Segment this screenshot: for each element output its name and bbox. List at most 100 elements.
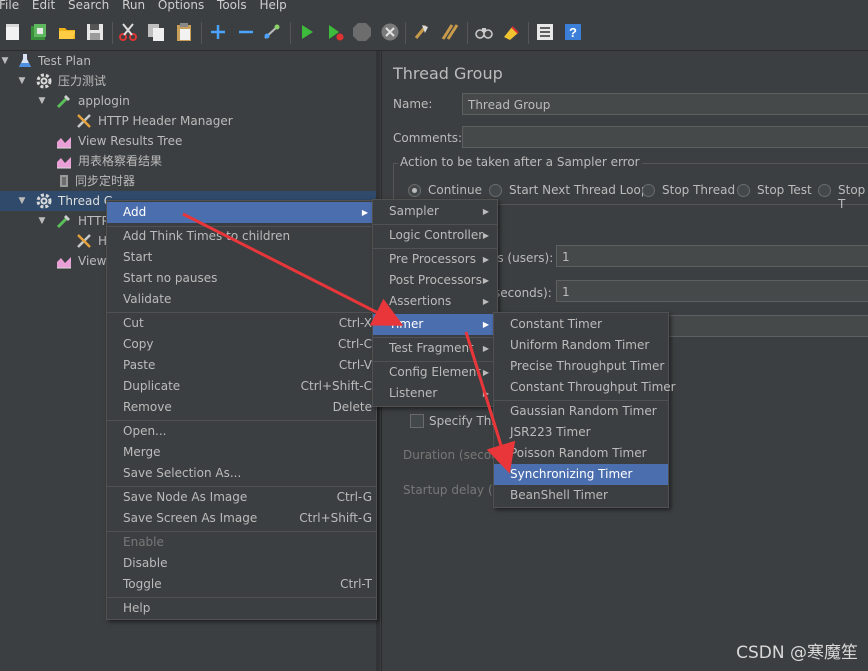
add-menu-test-fragment[interactable]: Test Fragment ▶ — [373, 338, 497, 359]
timer-synchronizing[interactable]: Synchronizing Timer — [494, 464, 668, 485]
startup-delay-label: Startup delay (se — [403, 483, 507, 497]
graph-icon — [57, 137, 71, 149]
tree-node-synchronizing-timer[interactable]: 同步定时器 — [0, 171, 376, 191]
context-menu-remove[interactable]: Remove Delete — [107, 397, 376, 418]
add-menu-config-element[interactable]: Config Element ▶ — [373, 362, 497, 383]
threads-field[interactable]: 1 — [556, 245, 868, 267]
shutdown-icon[interactable] — [380, 22, 400, 42]
paste-icon[interactable] — [174, 22, 194, 42]
search-icon[interactable] — [474, 22, 494, 42]
clear-icon[interactable] — [412, 22, 432, 42]
comments-field[interactable] — [462, 126, 868, 148]
menu-tools[interactable]: Tools — [217, 0, 247, 11]
radio-continue[interactable] — [408, 184, 421, 197]
context-menu-save-screen-image[interactable]: Save Screen As Image Ctrl+Shift-G — [107, 508, 376, 529]
watermark: CSDN @寒魔笙 — [736, 643, 858, 663]
context-menu-validate[interactable]: Validate — [107, 289, 376, 310]
context-menu-copy[interactable]: Copy Ctrl-C — [107, 334, 376, 355]
reset-search-icon[interactable] — [501, 22, 521, 42]
timer-gaussian-random[interactable]: Gaussian Random Timer — [494, 401, 668, 422]
context-menu-merge[interactable]: Merge — [107, 442, 376, 463]
menu-run[interactable]: Run — [122, 0, 145, 11]
timer-precise-throughput[interactable]: Precise Throughput Timer — [494, 356, 668, 377]
menu-help[interactable]: Help — [259, 0, 286, 11]
start-icon[interactable] — [297, 22, 317, 42]
open-icon[interactable] — [57, 22, 77, 42]
cut-icon[interactable] — [118, 22, 138, 42]
context-menu-disable[interactable]: Disable — [107, 553, 376, 574]
toggle-icon[interactable] — [262, 22, 282, 42]
clear-all-icon[interactable] — [440, 22, 460, 42]
add-menu-sampler[interactable]: Sampler ▶ — [373, 201, 497, 222]
context-menu-help[interactable]: Help — [107, 598, 376, 619]
stop-icon[interactable] — [352, 22, 372, 42]
gear-icon — [36, 73, 52, 89]
timer-jsr223[interactable]: JSR223 Timer — [494, 422, 668, 443]
context-menu-toggle[interactable]: Toggle Ctrl-T — [107, 574, 376, 595]
context-menu-enable: Enable — [123, 535, 164, 549]
tree-node-applogin[interactable]: ▼ applogin — [0, 91, 376, 111]
name-field[interactable]: Thread Group — [462, 93, 868, 115]
menu-options[interactable]: Options — [158, 0, 204, 11]
add-menu-timer[interactable]: Timer ▶ — [373, 314, 497, 335]
menu-edit[interactable]: Edit — [32, 0, 55, 11]
tree-node-view-results-tree[interactable]: View Results Tree — [0, 131, 376, 151]
toolbar: ? — [0, 14, 868, 51]
radio-stop-test-now[interactable] — [818, 184, 831, 197]
context-menu-start[interactable]: Start — [107, 247, 376, 268]
timer-uniform-random[interactable]: Uniform Random Timer — [494, 335, 668, 356]
radio-start-next-loop[interactable] — [489, 184, 502, 197]
radio-continue-label: Continue — [428, 183, 482, 197]
threads-label: ls (users): — [494, 251, 554, 265]
timer-constant-throughput[interactable]: Constant Throughput Timer — [494, 377, 676, 398]
save-icon[interactable] — [85, 22, 105, 42]
timer-icon — [60, 175, 68, 187]
context-menu-add[interactable]: Add ▶ — [107, 202, 376, 223]
help-icon[interactable]: ? — [563, 22, 583, 42]
copy-icon[interactable] — [146, 22, 166, 42]
tree-node-test-plan[interactable]: ▼ Test Plan — [0, 51, 376, 71]
context-menu-save-selection[interactable]: Save Selection As... — [107, 463, 376, 484]
menu-bar: File Edit Search Run Options Tools Help — [0, 0, 868, 13]
add-menu-assertions[interactable]: Assertions ▶ — [373, 291, 497, 312]
radio-stop-test-label: Stop Test — [757, 183, 812, 197]
timer-beanshell[interactable]: BeanShell Timer — [494, 485, 668, 506]
collapse-icon[interactable] — [236, 22, 256, 42]
add-menu-pre-processors[interactable]: Pre Processors ▶ — [373, 249, 497, 270]
templates-icon[interactable] — [29, 22, 49, 42]
radio-start-next-loop-label: Start Next Thread Loop — [509, 183, 649, 197]
timer-submenu: Constant Timer Uniform Random Timer Prec… — [493, 312, 676, 508]
tree-node-view-results-table[interactable]: 用表格察看结果 — [0, 151, 376, 171]
context-menu-open[interactable]: Open... — [107, 421, 376, 442]
rampup-field[interactable]: 1 — [556, 280, 868, 302]
radio-stop-thread[interactable] — [642, 184, 655, 197]
svg-text:?: ? — [569, 25, 577, 40]
context-menu-paste[interactable]: Paste Ctrl-V — [107, 355, 376, 376]
tree-node-http-header-manager[interactable]: HTTP Header Manager — [0, 111, 376, 131]
timer-constant[interactable]: Constant Timer — [494, 314, 668, 335]
add-menu-logic-controller[interactable]: Logic Controller ▶ — [373, 225, 497, 246]
context-menu: Add ▶ Add Think Times to children Start S… — [106, 200, 377, 620]
duration-label: Duration (second — [403, 448, 507, 462]
context-menu-cut[interactable]: Cut Ctrl-X — [107, 313, 376, 334]
context-menu-save-node-image[interactable]: Save Node As Image Ctrl-G — [107, 487, 376, 508]
menu-file[interactable]: File — [0, 0, 19, 11]
add-menu-post-processors[interactable]: Post Processors ▶ — [373, 270, 497, 291]
tree-node-thread-group-1[interactable]: ▼ 压力测试 — [0, 71, 376, 91]
context-menu-add-think-times[interactable]: Add Think Times to children — [107, 226, 376, 247]
expand-icon[interactable] — [208, 22, 228, 42]
wrench-icon — [77, 234, 91, 248]
add-menu-listener[interactable]: Listener ▶ — [373, 383, 497, 404]
radio-stop-test-now-label: Stop T — [838, 183, 866, 211]
start-no-pauses-icon[interactable] — [325, 22, 345, 42]
comments-label: Comments: — [393, 131, 463, 145]
new-icon[interactable] — [3, 22, 23, 42]
menu-search[interactable]: Search — [68, 0, 109, 11]
specify-lifetime-checkbox[interactable] — [410, 414, 424, 428]
context-menu-duplicate[interactable]: Duplicate Ctrl+Shift-C — [107, 376, 376, 397]
timer-poisson-random[interactable]: Poisson Random Timer — [494, 443, 668, 464]
radio-stop-test[interactable] — [737, 184, 750, 197]
context-menu-start-no-pauses[interactable]: Start no pauses — [107, 268, 376, 289]
function-helper-icon[interactable] — [535, 22, 555, 42]
flask-icon — [19, 54, 31, 67]
